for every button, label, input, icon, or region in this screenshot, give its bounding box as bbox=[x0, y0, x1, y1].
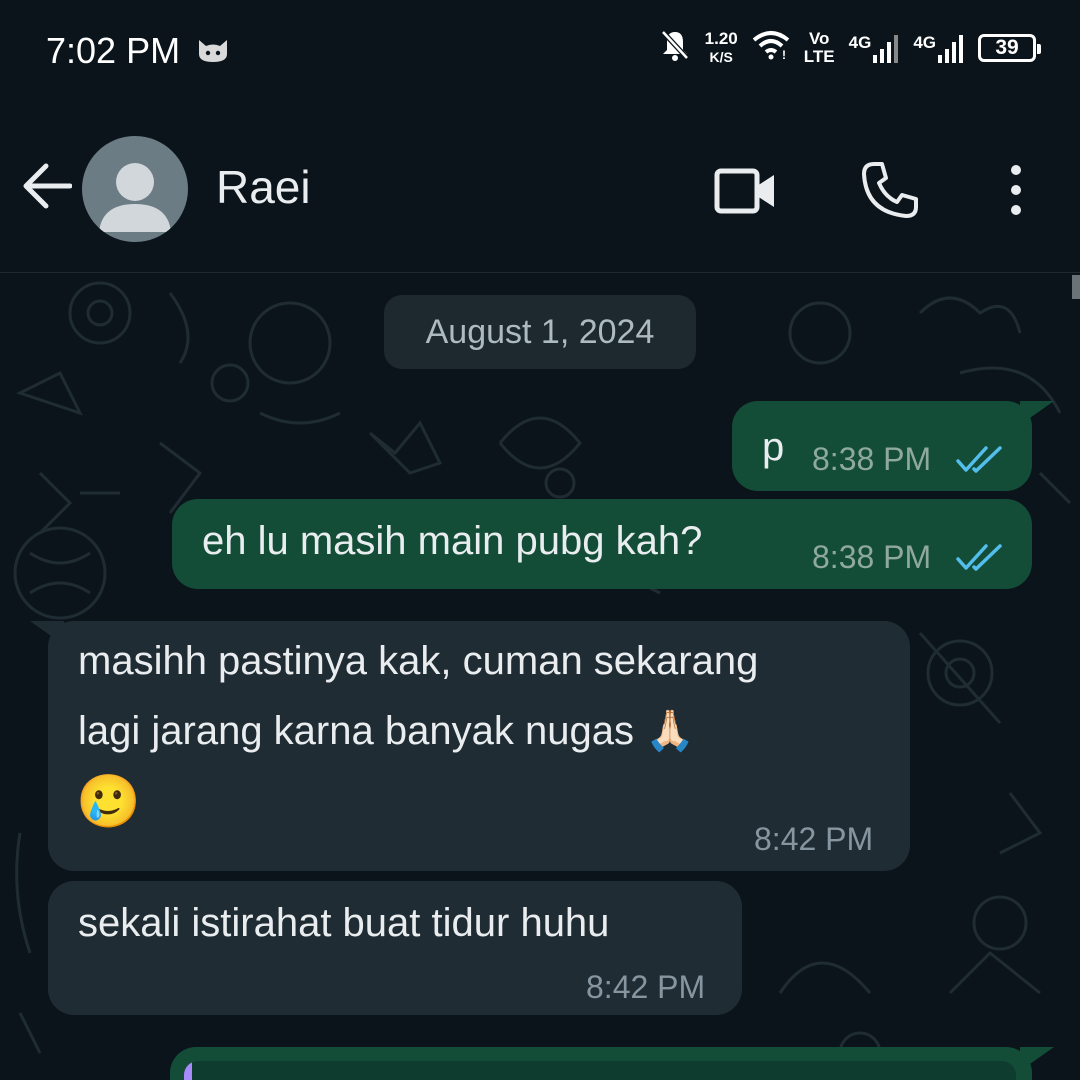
battery-icon: 39 bbox=[978, 33, 1041, 62]
back-arrow-icon[interactable] bbox=[20, 162, 73, 215]
message-time: 8:38 PM bbox=[812, 539, 932, 575]
message-text: sekali istirahat buat tidur huhu bbox=[78, 901, 610, 945]
date-chip: August 1, 2024 bbox=[384, 295, 696, 369]
message-time: 8:38 PM bbox=[812, 441, 932, 477]
speed-unit: K/S bbox=[709, 48, 733, 65]
message-text-line-1: masihh pastinya kak, cuman sekarang bbox=[78, 639, 759, 683]
chat-area[interactable]: August 1, 2024 p 8:38 PM eh lu masih mai… bbox=[0, 273, 1080, 1080]
read-ticks-icon bbox=[956, 445, 1006, 480]
quoted-reply[interactable] bbox=[184, 1061, 1016, 1080]
volte-top: Vo bbox=[808, 28, 830, 48]
volte-indicator: Vo LTE bbox=[803, 28, 835, 66]
contact-name[interactable]: Raei bbox=[216, 160, 311, 214]
volte-bottom: LTE bbox=[803, 46, 835, 66]
bubble-tail bbox=[1020, 401, 1054, 425]
status-bar: 7:02 PM 1.20 K/S ! Vo LTE 4G 4G 39 bbox=[0, 0, 1080, 100]
video-call-icon[interactable] bbox=[714, 166, 778, 221]
signal-icon: 4G bbox=[849, 33, 900, 63]
message-text: eh lu masih main pubg kah? bbox=[202, 519, 703, 563]
voice-call-icon[interactable] bbox=[860, 160, 920, 225]
signal-icon-2: 4G bbox=[913, 33, 964, 63]
avatar-icon bbox=[99, 163, 171, 232]
message-text: p bbox=[762, 425, 785, 469]
message-time: 8:42 PM bbox=[586, 969, 706, 1005]
speed-value: 1.20 bbox=[704, 28, 738, 48]
network-speed: 1.20 K/S bbox=[704, 28, 738, 66]
svg-text:!: ! bbox=[782, 48, 786, 60]
avatar[interactable] bbox=[82, 136, 188, 242]
battery-level: 39 bbox=[995, 35, 1019, 59]
outgoing-message-partial[interactable] bbox=[170, 1047, 1032, 1080]
mute-icon bbox=[659, 28, 691, 67]
outgoing-message[interactable]: p 8:38 PM bbox=[732, 401, 1032, 491]
wifi-icon: ! bbox=[752, 30, 790, 65]
network-type-2: 4G bbox=[913, 32, 936, 52]
scrollbar[interactable] bbox=[1072, 275, 1080, 299]
incoming-message[interactable]: sekali istirahat buat tidur huhu 8:42 PM bbox=[48, 881, 742, 1015]
more-options-icon[interactable] bbox=[1004, 164, 1028, 221]
status-time: 7:02 PM bbox=[46, 30, 181, 71]
emoji-crying-smile-icon: 🥲 bbox=[76, 773, 141, 831]
network-type-1: 4G bbox=[848, 32, 872, 52]
message-text-line-2: lagi jarang karna banyak nugas 🙏🏻 bbox=[78, 709, 695, 753]
read-ticks-icon bbox=[956, 543, 1006, 578]
cat-icon bbox=[196, 36, 230, 69]
outgoing-message[interactable]: eh lu masih main pubg kah? 8:38 PM bbox=[172, 499, 1032, 589]
message-time: 8:42 PM bbox=[754, 821, 874, 857]
incoming-message[interactable]: masihh pastinya kak, cuman sekarang lagi… bbox=[48, 621, 910, 871]
chat-header: Raei bbox=[0, 100, 1080, 273]
bubble-tail bbox=[1020, 1047, 1054, 1071]
